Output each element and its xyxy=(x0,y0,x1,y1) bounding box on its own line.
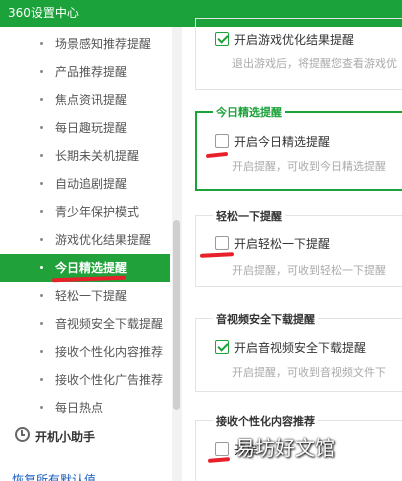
sidebar-item-youth-mode[interactable]: 青少年保护模式 xyxy=(0,198,170,226)
sidebar-item-label: 青少年保护模式 xyxy=(55,205,140,219)
sidebar-item-game-optimize[interactable]: 游戏优化结果提醒 xyxy=(0,226,170,254)
sidebar-item-product[interactable]: 产品推荐提醒 xyxy=(0,58,170,86)
sidebar-item-label: 长期未关机提醒 xyxy=(55,149,140,163)
bullet-icon xyxy=(40,126,43,129)
sidebar: 场景感知推荐提醒 产品推荐提醒 焦点资讯提醒 每日趣玩提醒 长期未关机提醒 自动… xyxy=(0,27,170,481)
sidebar-item-label: 轻松一下提醒 xyxy=(55,289,128,303)
sidebar-item-label: 每日热点 xyxy=(55,401,104,415)
sidebar-item-label: 音视频安全下载提醒 xyxy=(55,317,164,331)
sidebar-item-label: 游戏优化结果提醒 xyxy=(55,233,152,247)
bullet-icon xyxy=(40,70,43,73)
sidebar-item-daily-fun[interactable]: 每日趣玩提醒 xyxy=(0,114,170,142)
group-game-optimize xyxy=(195,18,402,90)
sidebar-item-label: 场景感知推荐提醒 xyxy=(55,37,152,51)
group-title-daily-pick: 今日精选提醒 xyxy=(213,104,285,120)
personal-content-checkbox[interactable] xyxy=(215,442,229,456)
clock-icon xyxy=(15,427,30,442)
bullet-icon xyxy=(40,322,43,325)
media-download-checkbox[interactable] xyxy=(215,340,229,354)
sidebar-item-label: 产品推荐提醒 xyxy=(55,65,128,79)
relax-checkbox[interactable] xyxy=(215,236,229,250)
sidebar-item-relax[interactable]: 轻松一下提醒 xyxy=(0,282,170,310)
watermark-text: 易坊好文馆 xyxy=(235,436,335,460)
bullet-icon xyxy=(40,238,43,241)
media-download-desc: 开启提醒，可收到音视频文件下 xyxy=(232,366,386,379)
sidebar-item-long-running[interactable]: 长期未关机提醒 xyxy=(0,142,170,170)
bullet-icon xyxy=(40,42,43,45)
sidebar-item-auto-series[interactable]: 自动追剧提醒 xyxy=(0,170,170,198)
relax-desc: 开启提醒，可收到轻松一下提醒 xyxy=(232,264,386,277)
relax-option[interactable]: 开启轻松一下提醒 xyxy=(234,235,330,252)
game-optimize-option[interactable]: 开启游戏优化结果提醒 xyxy=(234,31,354,48)
bullet-icon xyxy=(40,294,43,297)
sidebar-scrollbar-thumb[interactable] xyxy=(173,220,180,410)
daily-pick-checkbox[interactable] xyxy=(215,134,229,148)
game-optimize-checkbox[interactable] xyxy=(215,32,229,46)
restore-defaults-link[interactable]: 恢复所有默认值 xyxy=(12,471,96,481)
sidebar-item-personal-content[interactable]: 接收个性化内容推荐 xyxy=(0,338,170,366)
bullet-icon xyxy=(40,378,43,381)
sidebar-item-label: 自动追剧提醒 xyxy=(55,177,128,191)
group-title-media-download: 音视频安全下载提醒 xyxy=(213,311,318,327)
bullet-icon xyxy=(40,266,43,269)
bullet-icon xyxy=(40,98,43,101)
sidebar-group-boot-assistant[interactable]: 开机小助手 xyxy=(0,424,170,448)
sidebar-item-scene[interactable]: 场景感知推荐提醒 xyxy=(0,30,170,58)
game-optimize-desc: 退出游戏后，将提醒您查看游戏优 xyxy=(232,57,397,70)
sidebar-group-label: 开机小助手 xyxy=(35,430,96,444)
bullet-icon xyxy=(40,406,43,409)
sidebar-item-label: 接收个性化内容推荐 xyxy=(55,345,164,359)
sidebar-item-personal-ads[interactable]: 接收个性化广告推荐 xyxy=(0,366,170,394)
daily-pick-desc: 开启提醒，可收到今日精选提醒 xyxy=(232,160,386,173)
sidebar-item-focus-news[interactable]: 焦点资讯提醒 xyxy=(0,86,170,114)
bullet-icon xyxy=(40,350,43,353)
sidebar-item-label: 接收个性化广告推荐 xyxy=(55,373,164,387)
sidebar-item-media-download[interactable]: 音视频安全下载提醒 xyxy=(0,310,170,338)
bullet-icon xyxy=(40,154,43,157)
bullet-icon xyxy=(40,210,43,213)
group-title-personal-content: 接收个性化内容推荐 xyxy=(213,413,318,429)
bullet-icon xyxy=(40,182,43,185)
daily-pick-option[interactable]: 开启今日精选提醒 xyxy=(234,133,330,150)
media-download-option[interactable]: 开启音视频安全下载提醒 xyxy=(234,339,366,356)
sidebar-item-label: 焦点资讯提醒 xyxy=(55,93,128,107)
group-title-relax: 轻松一下提醒 xyxy=(213,208,285,224)
sidebar-item-daily-hot[interactable]: 每日热点 xyxy=(0,394,170,422)
sidebar-item-label: 每日趣玩提醒 xyxy=(55,121,128,135)
